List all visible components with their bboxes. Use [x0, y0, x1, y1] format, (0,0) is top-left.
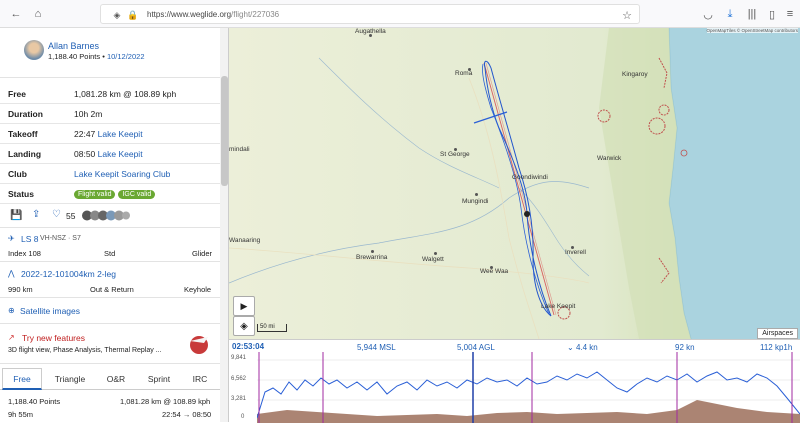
shield-icon[interactable]: ◈	[109, 7, 125, 23]
altitude-profile[interactable]: 02:53:04 5,944 MSL 5,004 AGL ⌄ 4.4 kn 92…	[229, 339, 800, 423]
satellite-icon: ⊕	[8, 306, 15, 315]
tab-triangle[interactable]: Triangle	[46, 368, 94, 390]
detail-row-free: Free 1,081.28 km @ 108.89 kph	[0, 84, 220, 104]
browser-toolbar: ← ⌂ ◈ 🔒 https://www.weglide.org/flight/2…	[0, 0, 800, 28]
airspaces-button[interactable]: Airspaces	[757, 328, 798, 339]
like-heart-icon[interactable]: ♡	[52, 209, 61, 220]
bookmark-star-icon[interactable]: ☆	[619, 7, 635, 23]
detail-row-landing: Landing 08:50 Lake Keepit	[0, 144, 220, 164]
aircraft-name[interactable]: LS 8	[21, 234, 39, 244]
landing-link[interactable]: Lake Keepit	[98, 149, 143, 159]
layers-button[interactable]: ◈	[233, 316, 255, 336]
lock-icon[interactable]: 🔒	[125, 7, 141, 23]
status-badge: Flight valid	[74, 190, 116, 199]
save-icon[interactable]: 💾	[10, 210, 22, 221]
map-scale: 50 mi	[257, 324, 287, 332]
score-summary: 1,081.28 km @ 108.89 kph	[120, 397, 211, 406]
map-town-kingaroy: Kingaroy	[622, 71, 648, 78]
map-town-st-george: St George	[440, 151, 470, 158]
status-badge: IGC valid	[118, 190, 156, 199]
play-icon: ▶	[240, 300, 248, 311]
club-link[interactable]: Lake Keepit Soaring Club	[74, 169, 170, 179]
tab-or[interactable]: O&R	[96, 368, 136, 390]
map-town-wanaaring: Wanaaring	[229, 237, 261, 244]
map-town-wee-waa: Wee Waa	[480, 268, 509, 275]
profile-ground: 112 kp1h	[760, 343, 793, 352]
map-attribution[interactable]: OpenMapTiles © OpenStreetMap contributor…	[706, 28, 798, 33]
download-icon[interactable]: ⤓	[722, 6, 738, 22]
home-icon[interactable]: ⌂	[30, 6, 46, 22]
pilot-header: Allan Barnes 1,188.40 Points • 10/12/202…	[0, 28, 220, 78]
map-town-lake-keepit: Lake Keepit	[541, 303, 576, 310]
profile-agl: 5,004 AGL	[457, 343, 495, 352]
pocket-icon[interactable]: ◡	[700, 6, 716, 22]
features-title[interactable]: Try new features	[22, 333, 85, 343]
menu-icon[interactable]: ≡	[782, 6, 798, 22]
score-duration: 9h 55m	[8, 410, 34, 419]
map-town-augathella: Augathella	[355, 28, 386, 35]
tab-sprint[interactable]: Sprint	[138, 368, 180, 390]
tab-free[interactable]: Free	[2, 368, 42, 390]
map-town-roma: Roma	[455, 70, 473, 77]
map-town-walgett: Walgett	[422, 256, 444, 263]
map-canvas[interactable]	[229, 28, 800, 339]
aircraft-reg: VH-NSZ · S7	[40, 235, 81, 242]
score-times: 22:54 → 08:50	[162, 410, 212, 419]
profile-time: 02:53:04	[232, 342, 265, 351]
score-tabs: Free Triangle O&R Sprint IRC	[0, 368, 220, 390]
flight-date[interactable]: 10/12/2022	[107, 52, 145, 61]
map-town-inverell: Inverell	[565, 249, 586, 256]
features-desc: 3D flight view, Phase Analysis, Thermal …	[8, 347, 162, 354]
likes-count: 55	[66, 211, 76, 221]
action-bar: 💾 ⇪ ♡ 55	[0, 204, 220, 228]
back-icon[interactable]: ←	[8, 6, 24, 22]
map-town-brewarrina: Brewarrina	[356, 254, 388, 261]
url-text[interactable]: https://www.weglide.org/flight/227036	[147, 10, 279, 19]
trend-icon: ↗	[8, 333, 15, 342]
detail-row-takeoff: Takeoff 22:47 Lake Keepit	[0, 124, 220, 144]
vario-icon: ⌄	[567, 343, 576, 352]
flight-sidebar: Allan Barnes 1,188.40 Points • 10/12/202…	[0, 28, 229, 422]
map-town-partial: mindali	[229, 146, 250, 153]
pilot-points: 1,188.40 Points	[48, 52, 101, 61]
detail-row-club: Club Lake Keepit Soaring Club	[0, 164, 220, 184]
flight-map[interactable]: Augathella Roma Kingaroy St George Warwi…	[229, 28, 800, 339]
task-icon: ⋀	[8, 269, 15, 278]
profile-msl: 5,944 MSL	[357, 343, 396, 352]
profile-speed: 92 kn	[675, 343, 695, 352]
task-section: ⋀ 2022-12-101004km 2-leg 990 km Out & Re…	[0, 262, 220, 298]
glider-icon: ✈	[8, 234, 15, 243]
features-section: ↗ Try new features 3D flight view, Phase…	[0, 324, 220, 364]
profile-chart[interactable]	[257, 352, 800, 423]
map-town-goondiwindi: Goondiwindi	[512, 174, 548, 181]
library-icon[interactable]: |||	[744, 6, 760, 22]
feature-illustration-icon	[186, 332, 212, 356]
aircraft-section: ✈ LS 8 VH-NSZ · S7 Index 108 Std Glider	[0, 228, 220, 262]
detail-row-status: Status Flight valid IGC valid	[0, 184, 220, 204]
avatar[interactable]	[24, 40, 44, 60]
profile-vario: ⌄ 4.4 kn	[567, 343, 598, 352]
pilot-meta: 1,188.40 Points • 10/12/2022	[48, 52, 145, 61]
satellite-section: ⊕ Satellite images	[0, 298, 220, 324]
detail-row-duration: Duration 10h 2m	[0, 104, 220, 124]
tab-irc[interactable]: IRC	[182, 368, 218, 390]
layers-icon: ◈	[240, 320, 248, 332]
map-town-warwick: Warwick	[597, 155, 622, 162]
url-bar[interactable]: ◈ 🔒 https://www.weglide.org/flight/22703…	[100, 4, 640, 24]
share-icon[interactable]: ⇪	[32, 209, 40, 220]
likers-avatars[interactable]	[82, 210, 130, 221]
task-name[interactable]: 2022-12-101004km 2-leg	[21, 269, 116, 279]
takeoff-link[interactable]: Lake Keepit	[98, 129, 143, 139]
play-button[interactable]: ▶	[233, 296, 255, 316]
pilot-name[interactable]: Allan Barnes	[48, 41, 99, 51]
sidebar-icon[interactable]: ▯	[764, 6, 780, 22]
scrollbar-thumb[interactable]	[221, 76, 228, 186]
score-points: 1,188.40 Points	[8, 397, 61, 406]
map-town-mungindi: Mungindi	[462, 198, 489, 205]
satellite-link[interactable]: Satellite images	[20, 306, 80, 316]
